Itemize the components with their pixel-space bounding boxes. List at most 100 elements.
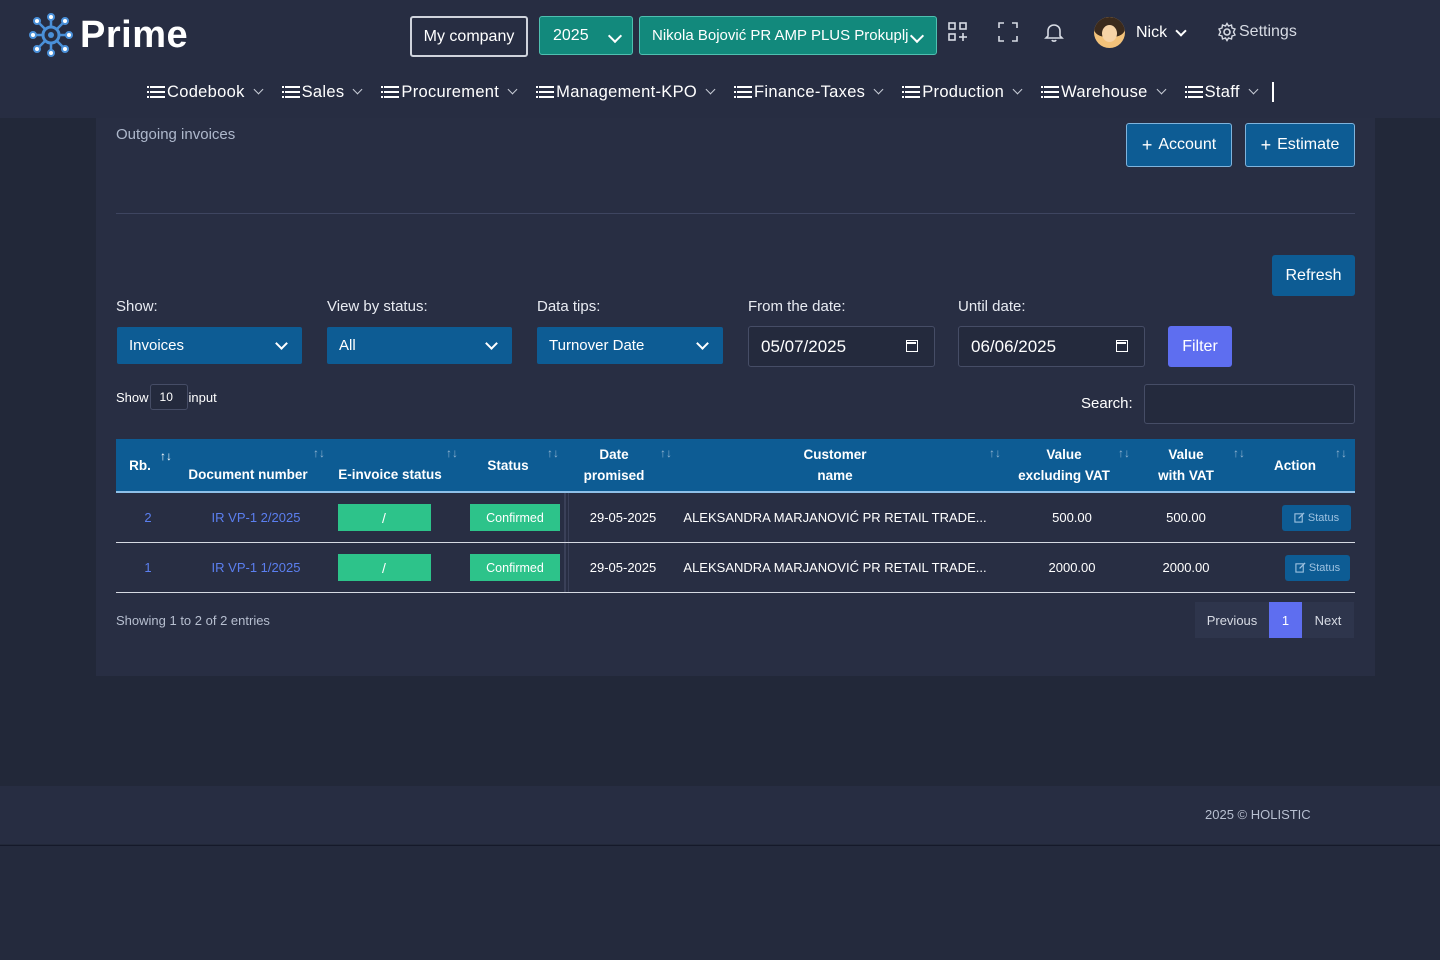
einvoice-status-badge: /: [337, 504, 431, 531]
gear-icon: [1218, 22, 1236, 42]
page-size-suffix: input: [188, 389, 217, 405]
data-tips-label: Data tips:: [537, 298, 601, 315]
fullscreen-icon[interactable]: [998, 22, 1018, 42]
menu-item-label: Finance-Taxes: [754, 82, 866, 101]
refresh-button[interactable]: Refresh: [1272, 255, 1355, 296]
column-header-value-with-vat[interactable]: Value with VAT: [1136, 439, 1236, 491]
status-edit-button[interactable]: Status: [1282, 504, 1351, 531]
add-account-label: Account: [1158, 136, 1217, 153]
chevron-down-icon: [1248, 84, 1259, 95]
menu-item-finance-taxes[interactable]: Finance-Taxes: [734, 82, 884, 102]
column-header-rb[interactable]: Rb. ↑↓: [116, 439, 172, 491]
page-size-control: Show 10 input: [116, 384, 217, 410]
user-menu[interactable]: Nick: [1094, 17, 1187, 48]
column-header-label: Rb.: [129, 457, 151, 473]
menu-item-sales[interactable]: Sales: [281, 82, 363, 102]
pagination-page-current[interactable]: 1: [1269, 602, 1302, 638]
brand-name: Prime: [80, 13, 189, 56]
apps-grid-icon[interactable]: [948, 22, 968, 42]
sort-icon: ↑↓: [547, 446, 559, 460]
calendar-icon[interactable]: [1116, 340, 1128, 352]
bell-icon[interactable]: [1044, 22, 1064, 42]
calendar-icon[interactable]: [906, 340, 918, 352]
menu-item-codebook[interactable]: Codebook: [147, 82, 264, 102]
column-header-label: Status: [487, 457, 529, 473]
settings-link[interactable]: Settings: [1217, 22, 1297, 42]
table-info: Showing 1 to 2 of 2 entries: [116, 613, 270, 628]
column-header-customer-name[interactable]: Customer name: [676, 439, 994, 491]
column-header-label: with VAT: [1158, 468, 1214, 483]
column-header-label: Value: [1168, 447, 1204, 462]
section-divider: [116, 213, 1355, 214]
cell-status: Confirmed: [466, 493, 566, 542]
user-name: Nick: [1136, 23, 1168, 41]
chevron-down-icon: [485, 337, 498, 350]
status-edit-button[interactable]: Status: [1285, 554, 1350, 581]
chevron-down-icon: [873, 84, 884, 95]
pagination-previous[interactable]: Previous: [1195, 602, 1269, 638]
search-input[interactable]: [1144, 384, 1355, 424]
cell-rb[interactable]: 2: [116, 493, 180, 542]
show-filter-label: Show:: [116, 298, 158, 315]
column-header-date-promised[interactable]: Date promised: [566, 439, 662, 491]
sort-icon: ↑↓: [660, 446, 672, 460]
column-header-label: E-invoice status: [338, 467, 442, 482]
cell-status: Confirmed: [466, 543, 566, 592]
cell-value-with-vat: 2000.00: [1162, 560, 1210, 575]
cell-einvoice-status: /: [336, 493, 432, 542]
cell-customer-name: ALEKSANDRA MARJANOVIĆ PR RETAIL TRADE...: [683, 510, 987, 525]
menu-item-label: Production: [922, 82, 1005, 101]
status-select-value: All: [339, 337, 356, 354]
menu-item-procurement[interactable]: Procurement: [381, 82, 518, 102]
my-company-button[interactable]: My company: [410, 16, 528, 57]
column-header-action[interactable]: Action: [1252, 439, 1338, 491]
pagination-next[interactable]: Next: [1302, 602, 1354, 638]
status-filter-label: View by status:: [327, 298, 428, 315]
column-header-value-ex-vat[interactable]: Value excluding VAT: [1006, 439, 1122, 491]
menu-item-management-kpo[interactable]: Management-KPO: [536, 83, 716, 102]
from-date-input[interactable]: 05/07/2025: [748, 326, 935, 367]
cell-document-number[interactable]: IR VP-1 2/2025: [180, 493, 332, 542]
column-header-label: excluding VAT: [1018, 468, 1110, 483]
menu-list-icon: [902, 86, 921, 98]
year-select-value: 2025: [553, 26, 589, 44]
cell-rb[interactable]: 1: [116, 543, 180, 592]
sort-icon: ↑↓: [1233, 446, 1245, 460]
top-navbar: Prime My company 2025 Nikola Bojović PR …: [0, 0, 1440, 118]
add-estimate-button[interactable]: + Estimate: [1245, 123, 1355, 167]
year-select[interactable]: 2025: [539, 16, 633, 55]
menu-item-label: Warehouse: [1061, 82, 1148, 101]
firm-select[interactable]: Nikola Bojović PR AMP PLUS Prokuplj: [639, 16, 937, 55]
cell-value-ex-vat: 500.00: [1052, 510, 1092, 525]
cell-date-promised: 29-05-2025: [568, 543, 677, 592]
chevron-down-icon: [275, 337, 288, 350]
show-select[interactable]: Invoices: [117, 327, 302, 364]
app-shell: Prime My company 2025 Nikola Bojović PR …: [0, 0, 1440, 846]
data-tips-select[interactable]: Turnover Date: [537, 327, 723, 364]
filter-button[interactable]: Filter: [1168, 326, 1232, 367]
network-logo-icon: [29, 13, 73, 57]
menu-item-staff[interactable]: Staff: [1184, 83, 1259, 102]
menu-item-warehouse[interactable]: Warehouse: [1041, 82, 1167, 102]
cell-customer-name: ALEKSANDRA MARJANOVIĆ PR RETAIL TRADE...: [683, 560, 987, 575]
until-date-input[interactable]: 06/06/2025: [958, 326, 1145, 367]
column-header-label: Document number: [188, 467, 308, 482]
page-size-select[interactable]: 10: [149, 384, 188, 410]
brand-logo[interactable]: Prime: [28, 12, 188, 58]
status-select[interactable]: All: [327, 327, 512, 364]
column-header-document-number[interactable]: Document number: [180, 439, 316, 491]
add-account-button[interactable]: + Account: [1126, 123, 1232, 167]
column-header-status[interactable]: Status: [466, 439, 550, 491]
menu-item-label: Sales: [301, 82, 345, 101]
menu-item-label: Procurement: [401, 82, 500, 101]
chevron-down-icon: [352, 84, 363, 95]
show-select-value: Invoices: [129, 337, 185, 354]
column-header-einvoice-status[interactable]: E-invoice status: [330, 439, 450, 491]
menu-item-label: Codebook: [167, 82, 245, 101]
plus-icon: +: [1260, 134, 1272, 155]
menu-item-production[interactable]: Production: [902, 82, 1023, 102]
cell-value-ex-vat: 2000.00: [1048, 560, 1096, 575]
from-date-value: 05/07/2025: [761, 336, 847, 356]
cell-document-number[interactable]: IR VP-1 1/2025: [180, 543, 332, 592]
table-row: 2 IR VP-1 2/2025 / Confirmed 29-05-2025 …: [116, 493, 1355, 543]
